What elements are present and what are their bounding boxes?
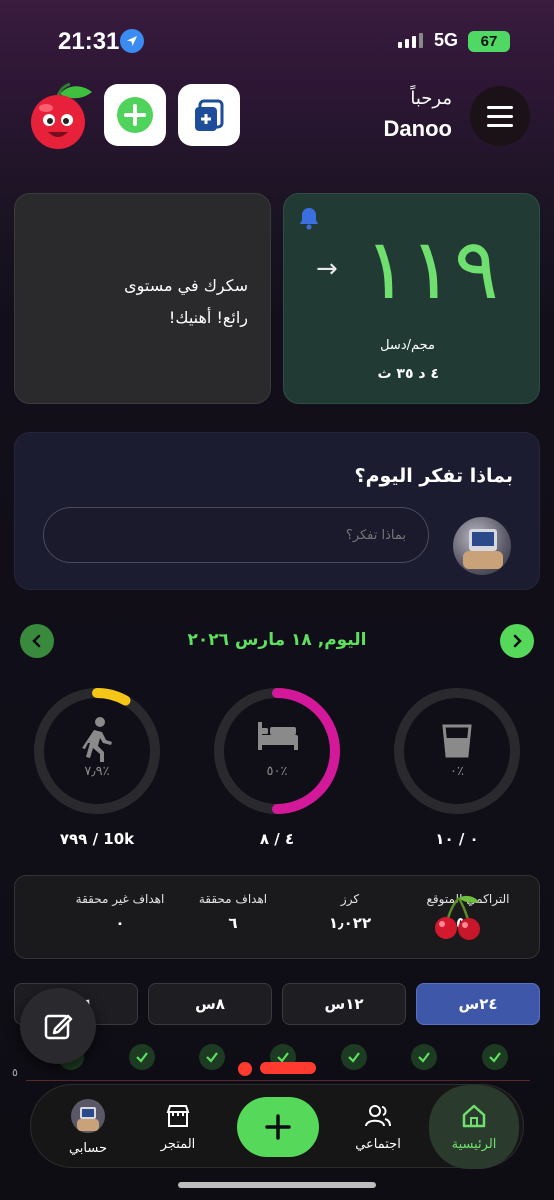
nav-store-label: المتجر: [160, 1136, 196, 1152]
check-icon: [199, 1044, 226, 1070]
water-value: ٠ / ١٠: [435, 830, 479, 848]
trend-arrow-icon: →: [316, 254, 338, 284]
chart-baseline: [26, 1080, 530, 1081]
nav-social-label: اجتماعي: [355, 1136, 401, 1152]
status-bar: 21:31 5G 67: [0, 0, 554, 80]
check-icon: [128, 1044, 155, 1070]
home-icon: [462, 1104, 486, 1127]
check-icon: [481, 1044, 508, 1070]
chart-point: [238, 1062, 252, 1076]
cherry-logo[interactable]: [24, 80, 96, 152]
status-line-2: رائع! أهنيك!: [168, 308, 248, 327]
range-24h-button[interactable]: ٢٤س: [416, 983, 540, 1025]
check-icon: [340, 1044, 367, 1070]
sleep-percent: ٪٥٠: [266, 764, 288, 779]
location-arrow-icon: [120, 29, 144, 53]
cherry-icon: [431, 894, 485, 946]
next-day-button[interactable]: [500, 624, 534, 658]
chevron-right-icon: [513, 634, 522, 648]
stats-card: التراكمي المتوقع ٥٫٠ كرز ١٫٠٢٢ اهداف محق…: [14, 875, 540, 959]
current-date: اليوم, ١٨ مارس ٢٠٢٦: [187, 630, 367, 650]
bed-icon: [258, 722, 298, 750]
achieved-label: اهداف محققة: [198, 892, 268, 906]
achieved-value: ٦: [228, 914, 238, 932]
water-glass-icon: [442, 724, 472, 758]
sleep-ring[interactable]: ٪٥٠: [212, 686, 342, 820]
glucose-value: ١١٩: [363, 220, 499, 318]
post-composer-title: بماذا تفكر اليوم؟: [354, 465, 513, 487]
avatar[interactable]: [453, 517, 511, 575]
status-line-1: سكرك في مستوى: [124, 276, 248, 295]
achieved-goals: اهداف محققة ٦: [183, 892, 283, 932]
avatar: [71, 1098, 105, 1133]
bottom-navigation: الرئيسية اجتماعي المتجر حسابي: [30, 1084, 524, 1169]
add-entry-button[interactable]: [237, 1097, 319, 1157]
nav-store[interactable]: المتجر: [133, 1085, 223, 1169]
nav-home[interactable]: الرئيسية: [429, 1085, 519, 1169]
username: Danoo: [383, 116, 452, 141]
glucose-reading-card[interactable]: → ١١٩ مجم/دسل ٤ د ٣٥ ث: [283, 193, 540, 404]
battery-level: 67: [480, 33, 498, 50]
people-icon: [365, 1104, 391, 1126]
cherry-value: ١٫٠٢٢: [328, 914, 372, 932]
cherries: كرز ١٫٠٢٢: [305, 892, 395, 932]
walking-icon: [82, 717, 112, 762]
plus-icon: [265, 1114, 291, 1140]
reading-time-ago: ٤ د ٣٥ ث: [377, 366, 439, 382]
edit-icon: [44, 1014, 73, 1040]
nav-home-label: الرئيسية: [451, 1136, 497, 1152]
cherry-label: كرز: [340, 892, 360, 906]
sugar-status-message: سكرك في مستوى رائع! أهنيك!: [124, 270, 248, 334]
unachieved-label: اهداف غير محققة: [75, 892, 165, 906]
greeting-text: مرحباً: [410, 88, 452, 109]
range-12h-button[interactable]: ١٢س: [282, 983, 406, 1025]
post-composer-card: بماذا تفكر اليوم؟: [14, 432, 540, 590]
nav-account[interactable]: حسابي: [43, 1085, 133, 1169]
water-percent: ٪٠: [450, 764, 464, 779]
check-icon: [411, 1044, 438, 1070]
store-icon: [166, 1104, 190, 1127]
clock: 21:31: [58, 28, 120, 55]
steps-ring[interactable]: ٪٧٫٩: [32, 686, 162, 820]
battery-indicator: 67: [468, 31, 510, 52]
medical-records-button[interactable]: [178, 84, 240, 146]
home-indicator: [178, 1182, 376, 1188]
range-8h-button[interactable]: ٨س: [148, 983, 272, 1025]
chart-range-bar: [260, 1062, 316, 1074]
cellular-signal-icon: [398, 33, 423, 48]
edit-note-button[interactable]: [20, 988, 96, 1064]
steps-value: ٧٩٩ / 10k: [59, 830, 135, 848]
unachieved-goals: اهداف غير محققة ٠: [55, 892, 185, 932]
post-input[interactable]: [43, 507, 429, 563]
steps-percent: ٪٧٫٩: [84, 764, 110, 779]
nav-account-label: حسابي: [68, 1140, 108, 1156]
hamburger-menu-button[interactable]: [470, 86, 530, 146]
sugar-status-card: سكرك في مستوى رائع! أهنيك!: [14, 193, 271, 404]
sleep-value: ٤ / ٨: [259, 830, 295, 848]
unachieved-value: ٠: [115, 914, 125, 932]
nav-social[interactable]: اجتماعي: [333, 1085, 423, 1169]
add-reading-button[interactable]: [104, 84, 166, 146]
network-type: 5G: [434, 30, 459, 50]
plus-circle-icon: [117, 97, 153, 133]
chart-y-label: ٥: [12, 1066, 18, 1079]
glucose-unit: مجم/دسل: [380, 338, 435, 353]
water-ring[interactable]: ٪٠: [392, 686, 522, 820]
bell-icon[interactable]: [298, 206, 320, 234]
medical-folder-icon: [195, 99, 224, 131]
